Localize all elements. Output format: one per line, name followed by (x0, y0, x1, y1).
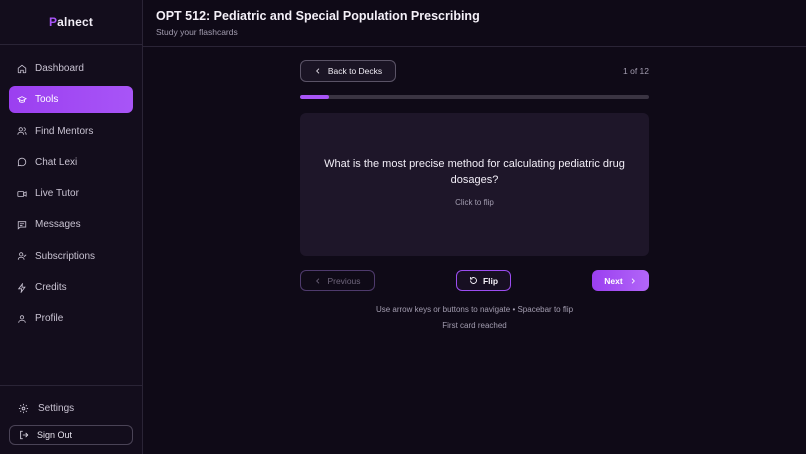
chevron-left-icon (315, 68, 320, 74)
sidebar: Palnect Dashboard Tools Find Mentors Cha… (0, 0, 143, 454)
sidebar-item-live-tutor[interactable]: Live Tutor (9, 180, 133, 207)
page-subtitle: Study your flashcards (156, 27, 238, 37)
back-to-decks-button[interactable]: Back to Decks (300, 60, 396, 82)
sidebar-item-dashboard[interactable]: Dashboard (9, 55, 133, 82)
sign-out-label: Sign Out (37, 430, 73, 440)
progress-fill (300, 95, 329, 99)
rotate-icon (469, 277, 477, 284)
back-to-decks-label: Back to Decks (327, 66, 383, 76)
chevron-left-icon (316, 277, 320, 284)
users-icon (17, 127, 27, 135)
sidebar-item-label: Tools (35, 94, 59, 106)
logo-mark: P (48, 15, 58, 29)
sidebar-item-label: Live Tutor (35, 188, 79, 200)
page-title: OPT 512: Pediatric and Special Populatio… (156, 9, 480, 23)
sidebar-item-label: Chat Lexi (35, 156, 78, 168)
sidebar-item-tools[interactable]: Tools (9, 86, 133, 114)
previous-button[interactable]: Previous (300, 270, 375, 291)
keyboard-help-text: Use arrow keys or buttons to navigate • … (375, 305, 574, 314)
card-question: What is the most precise method for calc… (324, 158, 625, 186)
home-icon (17, 64, 27, 73)
card-counter: 1 of 12 (623, 66, 649, 76)
previous-label: Previous (327, 275, 361, 286)
user-icon (18, 315, 26, 323)
sidebar-item-label: Credits (35, 282, 67, 294)
progress-bar (300, 95, 649, 99)
flashcard[interactable]: What is the most precise method for calc… (300, 113, 649, 256)
flip-button[interactable]: Flip (456, 270, 511, 291)
app-logo[interactable]: Palnect (0, 0, 142, 45)
flip-label: Flip (482, 275, 499, 286)
chevron-right-icon (631, 277, 635, 284)
message-square-icon (17, 221, 27, 230)
sidebar-item-label: Dashboard (35, 63, 84, 74)
page-header: OPT 512: Pediatric and Special Populatio… (143, 0, 806, 47)
card-hint: Click to flip (455, 198, 494, 207)
sidebar-item-credits[interactable]: Credits (9, 274, 133, 301)
settings-link[interactable]: Settings (0, 398, 142, 418)
settings-label: Settings (38, 402, 75, 414)
chat-bubble-icon (17, 158, 27, 167)
sidebar-item-profile[interactable]: Profile (9, 305, 133, 332)
sidebar-item-label: Find Mentors (35, 125, 94, 137)
logo-text: alnect (57, 15, 94, 29)
sidebar-item-messages[interactable]: Messages (9, 211, 133, 238)
sidebar-nav: Dashboard Tools Find Mentors Chat Lexi L… (0, 45, 142, 332)
sign-out-icon (20, 430, 29, 440)
video-icon (17, 190, 27, 197)
sign-out-button[interactable]: Sign Out (9, 425, 133, 445)
sidebar-item-subscriptions[interactable]: Subscriptions (9, 243, 133, 270)
lightning-icon (17, 282, 26, 293)
sidebar-item-label: Subscriptions (35, 250, 96, 262)
user-check-icon (17, 252, 27, 261)
graduation-cap-icon (17, 95, 27, 103)
sidebar-item-chat-lexi[interactable]: Chat Lexi (9, 149, 133, 176)
gear-icon (18, 403, 29, 413)
next-button[interactable]: Next (592, 270, 649, 291)
sidebar-item-label: Messages (35, 219, 81, 231)
status-text: First card reached (442, 321, 507, 330)
sidebar-footer: Settings Sign Out (0, 385, 142, 454)
sidebar-item-label: Profile (35, 313, 64, 325)
next-label: Next (604, 275, 623, 286)
sidebar-item-find-mentors[interactable]: Find Mentors (9, 118, 133, 145)
